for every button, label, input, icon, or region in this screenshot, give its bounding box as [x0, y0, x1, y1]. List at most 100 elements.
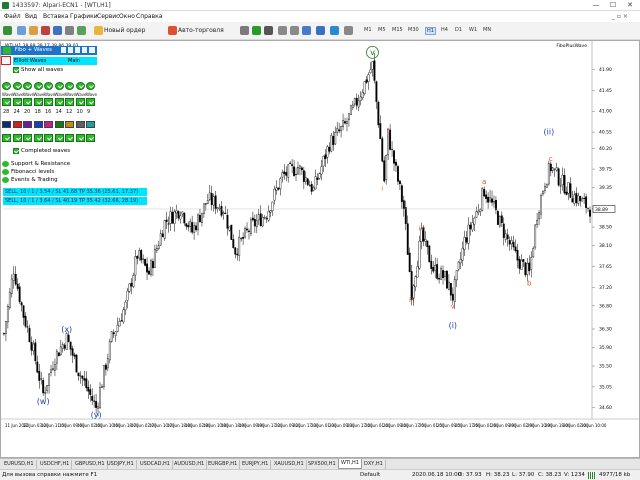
events-toggle-icon[interactable]	[2, 176, 9, 183]
tab-eurusd[interactable]: EURUSD,H1	[2, 460, 37, 469]
wave-circle-checkbox-3[interactable]	[33, 82, 43, 90]
wave-circle-checkbox-6[interactable]	[65, 82, 74, 90]
navigator-icon[interactable]	[53, 26, 62, 35]
wave-color-swatch[interactable]	[12, 121, 22, 128]
market-watch-icon[interactable]	[29, 26, 38, 35]
tab-dxy[interactable]: DXY,H1	[362, 460, 386, 469]
wave-checkbox-a-4[interactable]	[44, 98, 53, 106]
wave-checkbox-a-6[interactable]	[65, 98, 74, 106]
wave-circle-checkbox-1[interactable]	[12, 82, 22, 90]
wave-checkbox-a-7[interactable]	[75, 98, 85, 106]
wave-checkbox-b-6[interactable]	[65, 134, 74, 142]
indicators-icon[interactable]	[330, 26, 339, 35]
menu-charts[interactable]: Графики	[70, 13, 98, 20]
tab-elliott-waves[interactable]: Elliott Waves	[13, 57, 51, 65]
panel-red-button[interactable]	[1, 56, 11, 65]
panel-header[interactable]: Fibo + Waves	[1, 46, 97, 55]
wave-circle-checkbox-4[interactable]	[44, 82, 53, 90]
menu-insert[interactable]: Вставка	[43, 13, 68, 20]
tf-d1[interactable]: D1	[455, 27, 462, 33]
tab-usdchf[interactable]: USDCHF,H1	[38, 460, 73, 469]
tf-h1[interactable]: H1	[425, 27, 436, 35]
tab-eurgbp[interactable]: EURGBP,H1	[206, 460, 241, 469]
wave-color-swatch[interactable]	[44, 121, 53, 128]
candlestick-icon[interactable]	[252, 26, 261, 35]
chart-shift-icon[interactable]	[316, 26, 325, 35]
wave-checkbox-a-0[interactable]	[2, 98, 11, 106]
tab-xauusd[interactable]: XAUUSD,H1	[272, 460, 307, 469]
tab-usdcad[interactable]: USDCAD,H1	[138, 460, 173, 469]
new-chart-icon[interactable]	[3, 26, 12, 35]
menu-window[interactable]: Окно	[119, 13, 135, 20]
wave-circle-checkbox-7[interactable]	[75, 82, 85, 90]
wave-color-swatch[interactable]	[75, 121, 85, 128]
fibonacci-toggle-icon[interactable]	[2, 168, 9, 175]
wave-circle-checkbox-8[interactable]	[86, 82, 95, 90]
tab-spx500[interactable]: SPX500,H1	[306, 460, 339, 469]
tf-m1[interactable]: M1	[364, 27, 372, 33]
tile-windows-icon[interactable]	[302, 26, 311, 35]
completed-row[interactable]: Completed waves	[13, 147, 70, 155]
wave-checkbox-b-5[interactable]	[54, 134, 64, 142]
wave-checkbox-a-3[interactable]	[33, 98, 43, 106]
tab-main[interactable]: Main	[51, 57, 97, 65]
menu-view[interactable]: Вид	[25, 13, 37, 20]
tab-wti[interactable]: WTI,H1	[338, 459, 363, 469]
wave-checkbox-b-3[interactable]	[33, 134, 43, 142]
menu-help[interactable]: Справка	[136, 13, 162, 20]
menu-file[interactable]: Файл	[4, 13, 21, 20]
wave-checkbox-b-0[interactable]	[2, 134, 11, 142]
zoom-out-icon[interactable]	[290, 26, 299, 35]
close-button[interactable]: ✕	[622, 1, 638, 10]
data-window-icon[interactable]	[41, 26, 50, 35]
wave-checkbox-b-2[interactable]	[23, 134, 32, 142]
wave-checkbox-b-4[interactable]	[44, 134, 53, 142]
wave-checkbox-a-8[interactable]	[86, 98, 95, 106]
events-trading-row[interactable]: Events & Trading	[2, 176, 58, 184]
tf-m30[interactable]: M30	[408, 27, 419, 33]
profiles-icon[interactable]	[17, 26, 26, 35]
wave-checkbox-b-1[interactable]	[12, 134, 22, 142]
wave-circle-checkbox-2[interactable]	[23, 82, 32, 90]
panel-btn-icon-2[interactable]	[68, 47, 73, 53]
tab-eurjpy[interactable]: EURJPY,H1	[240, 460, 272, 469]
tf-w1[interactable]: W1	[469, 27, 477, 33]
mdi-controls[interactable]: _ ▫ ×	[612, 13, 628, 20]
panel-btn-icon-3[interactable]	[75, 47, 80, 53]
tf-mn[interactable]: MN	[483, 27, 491, 33]
show-all-checkbox[interactable]	[13, 66, 19, 73]
wave-circle-checkbox-0[interactable]	[2, 82, 11, 90]
zoom-in-icon[interactable]	[278, 26, 287, 35]
wave-checkbox-a-5[interactable]	[54, 98, 64, 106]
maximize-button[interactable]: ☐	[605, 1, 621, 10]
bar-chart-icon[interactable]	[240, 26, 249, 35]
wave-color-swatch[interactable]	[65, 121, 74, 128]
tab-gbpusd[interactable]: GBPUSD,H1	[73, 460, 108, 469]
support-toggle-icon[interactable]	[2, 160, 9, 167]
tester-icon[interactable]	[77, 26, 86, 35]
panel-btn-icon-1[interactable]	[61, 47, 66, 53]
completed-checkbox[interactable]	[13, 147, 19, 154]
fibonacci-row[interactable]: Fibonacci levels	[2, 168, 54, 176]
minimize-button[interactable]: —	[588, 1, 604, 10]
wave-color-swatch[interactable]	[23, 121, 32, 128]
wave-checkbox-b-8[interactable]	[86, 134, 95, 142]
panel-close-icon[interactable]	[89, 47, 95, 53]
auto-trading-button[interactable]: Авто-торговля	[178, 25, 238, 37]
periods-icon[interactable]	[344, 26, 353, 35]
tf-h4[interactable]: H4	[441, 27, 448, 33]
wave-checkbox-a-2[interactable]	[23, 98, 32, 106]
terminal-icon[interactable]	[65, 26, 74, 35]
wave-checkbox-a-1[interactable]	[12, 98, 22, 106]
tf-m15[interactable]: M15	[392, 27, 403, 33]
wave-color-swatch[interactable]	[33, 121, 43, 128]
tab-audusd[interactable]: AUDUSD,H1	[172, 460, 208, 469]
wave-color-swatch[interactable]	[54, 121, 64, 128]
wave-checkbox-b-7[interactable]	[75, 134, 85, 142]
panel-btn-icon-4[interactable]	[82, 47, 87, 53]
wave-color-swatch[interactable]	[86, 121, 95, 128]
new-order-button[interactable]: Новый ордер	[104, 25, 166, 37]
show-all-row[interactable]: Show all waves	[13, 66, 63, 74]
trade-signal-1[interactable]: SELL, 10 / 1 / 3.54 / SL 41.68 TP 35.36 …	[3, 188, 147, 196]
trade-signal-2[interactable]: SELL, 10 / 1 / 3.64 / SL 40.19 TP 35.42 …	[3, 197, 147, 205]
